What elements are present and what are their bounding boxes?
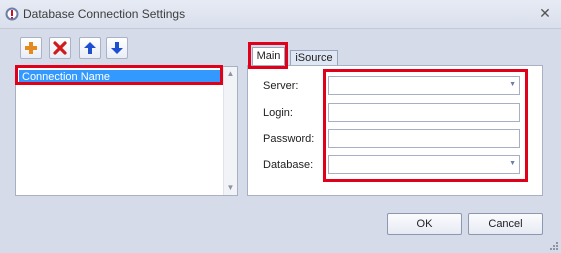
tab-main[interactable]: Main xyxy=(252,47,285,65)
connection-list[interactable]: Connection Name ▲ ▼ xyxy=(15,66,238,196)
database-combobox[interactable]: ▼ xyxy=(328,155,520,174)
login-input[interactable] xyxy=(328,103,520,122)
move-up-button[interactable] xyxy=(79,37,101,59)
scroll-up-icon[interactable]: ▲ xyxy=(224,68,237,80)
add-connection-button[interactable] xyxy=(20,37,42,59)
chevron-down-icon[interactable]: ▼ xyxy=(509,160,516,167)
server-combobox[interactable]: ▼ xyxy=(328,76,520,95)
database-label: Database: xyxy=(263,159,314,171)
close-button[interactable]: ✕ xyxy=(537,5,553,21)
move-down-button[interactable] xyxy=(106,37,128,59)
login-label: Login: xyxy=(263,107,293,119)
ok-button[interactable]: OK xyxy=(387,213,462,235)
tab-isource[interactable]: iSource xyxy=(290,50,338,66)
delete-connection-button[interactable] xyxy=(49,37,71,59)
password-input[interactable] xyxy=(328,129,520,148)
list-item[interactable]: Connection Name xyxy=(19,70,222,84)
title-bar: Database Connection Settings ✕ xyxy=(0,0,561,29)
arrow-down-icon xyxy=(111,42,123,54)
app-icon xyxy=(5,7,19,21)
cancel-button[interactable]: Cancel xyxy=(468,213,543,235)
plus-icon xyxy=(25,42,37,54)
list-scrollbar[interactable]: ▲ ▼ xyxy=(223,67,237,195)
arrow-up-icon xyxy=(84,42,96,54)
chevron-down-icon[interactable]: ▼ xyxy=(509,81,516,88)
delete-x-icon xyxy=(53,41,67,55)
resize-grip-icon[interactable] xyxy=(548,240,558,250)
scroll-down-icon[interactable]: ▼ xyxy=(224,182,237,194)
server-label: Server: xyxy=(263,80,299,92)
window-title: Database Connection Settings xyxy=(23,7,186,21)
password-label: Password: xyxy=(263,133,315,145)
